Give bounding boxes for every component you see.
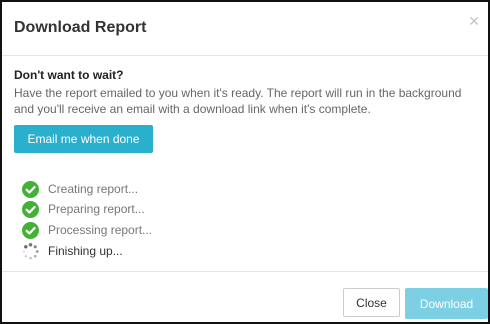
modal-subtitle: Don't want to wait?: [14, 68, 124, 82]
step-label: Preparing report...: [48, 202, 145, 216]
step-creating-report: Creating report...: [22, 180, 322, 198]
step-label: Processing report...: [48, 223, 153, 237]
check-circle-icon: [22, 221, 39, 239]
modal-header: Download Report ✕: [2, 2, 488, 56]
step-label: Finishing up...: [48, 244, 123, 258]
close-button[interactable]: Close: [343, 288, 400, 317]
email-me-when-done-button[interactable]: Email me when done: [14, 125, 153, 153]
modal-description: Have the report emailed to you when it's…: [14, 86, 462, 116]
step-finishing-up: Finishing up...: [22, 242, 322, 260]
modal-footer-divider: [2, 271, 488, 272]
step-preparing-report: Preparing report...: [22, 200, 322, 218]
close-icon[interactable]: ✕: [468, 14, 480, 28]
check-circle-icon: [22, 180, 39, 198]
step-processing-report: Processing report...: [22, 221, 322, 239]
spinner-icon: [22, 242, 39, 259]
modal-title: Download Report: [14, 19, 147, 36]
download-button[interactable]: Download: [405, 288, 488, 319]
check-circle-icon: [22, 200, 39, 218]
download-report-modal: Download Report ✕ Don't want to wait? Ha…: [0, 0, 490, 324]
step-label: Creating report...: [48, 182, 139, 196]
